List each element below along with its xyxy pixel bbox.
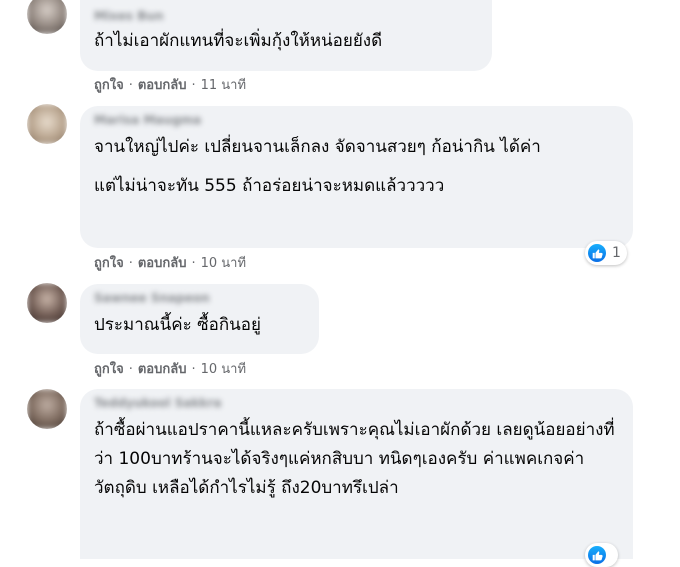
reaction-badge[interactable] <box>585 543 618 567</box>
reply-link[interactable]: ตอบกลับ <box>138 256 187 271</box>
commenter-avatar[interactable] <box>27 283 67 323</box>
reaction-count: 1 <box>612 245 621 261</box>
comment-actions: ถูกใจ · ตอบกลับ · 10 นาที <box>94 362 247 377</box>
reply-link[interactable]: ตอบกลับ <box>138 78 187 93</box>
like-link[interactable]: ถูกใจ <box>94 362 124 377</box>
comment-author[interactable]: Sawnee Snapeon <box>94 290 305 307</box>
like-link[interactable]: ถูกใจ <box>94 256 124 271</box>
comment-actions: ถูกใจ · ตอบกลับ · 11 นาที <box>94 78 247 93</box>
comment-text: ถ้าซื้อผ่านแอปราคานี้แหละครับเพราะคุณไม่… <box>94 420 615 498</box>
reply-link[interactable]: ตอบกลับ <box>138 362 187 377</box>
comment-author[interactable]: Mixes Bun <box>94 8 478 25</box>
comment-actions: ถูกใจ · ตอบกลับ · 10 นาที <box>94 256 247 271</box>
thumbs-up-icon <box>588 244 606 262</box>
reaction-count-badge[interactable]: 1 <box>585 241 627 265</box>
commenter-avatar[interactable] <box>27 389 67 429</box>
comment-bubble: Mixes Bun ถ้าไม่เอาผักแทนที่จะเพิ่มกุ้งใ… <box>80 0 492 71</box>
comment-timestamp[interactable]: 10 นาที <box>201 256 246 271</box>
comment-timestamp[interactable]: 11 นาที <box>201 78 246 93</box>
comment-author[interactable]: Teddyukool Sakkra <box>94 395 619 412</box>
comment-text: จานใหญ่ไปค่ะ เปลี่ยนจานเล็กลง จัดจานสวยๆ… <box>94 137 541 157</box>
comment-text: ถ้าไม่เอาผักแทนที่จะเพิ่มกุ้งให้หน่อยยัง… <box>94 31 383 51</box>
thumbs-up-icon <box>588 546 606 564</box>
comment-timestamp[interactable]: 10 นาที <box>201 362 246 377</box>
commenter-avatar[interactable] <box>27 0 67 34</box>
comment-author[interactable]: Marisa Maugma <box>94 112 619 129</box>
comment-text: แต่ไม่น่าจะทัน 555 ถ้าอร่อยน่าจะหมดแล้วว… <box>94 176 445 196</box>
commenter-avatar[interactable] <box>27 104 67 144</box>
comment-bubble: Teddyukool Sakkra ถ้าซื้อผ่านแอปราคานี้แ… <box>80 389 633 559</box>
comment-text: ประมาณนี้ค่ะ ซื้อกินอยู่ <box>94 315 261 335</box>
comment-bubble: Marisa Maugma จานใหญ่ไปค่ะ เปลี่ยนจานเล็… <box>80 106 633 248</box>
comment-bubble: Sawnee Snapeon ประมาณนี้ค่ะ ซื้อกินอยู่ <box>80 284 319 354</box>
like-link[interactable]: ถูกใจ <box>94 78 124 93</box>
